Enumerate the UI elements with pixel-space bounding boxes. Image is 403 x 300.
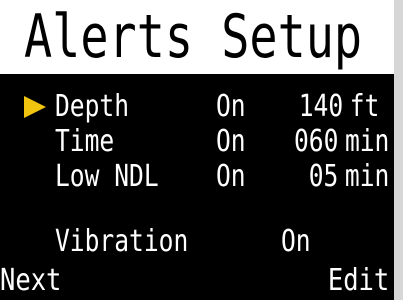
alert-value-unit: min xyxy=(344,124,389,159)
alert-value-number: 140 xyxy=(298,89,343,124)
alert-label: Depth xyxy=(55,89,130,124)
alert-label: Time xyxy=(55,124,115,159)
alert-value: 140 ft xyxy=(298,89,379,125)
vibration-label: Vibration xyxy=(55,224,189,259)
alert-row-low-ndl[interactable]: Low NDL On 05 min xyxy=(0,159,403,195)
alert-value-unit: ft xyxy=(349,89,379,124)
alert-state: On xyxy=(216,159,246,194)
title-bar: Alerts Setup xyxy=(0,0,394,74)
edit-softkey[interactable]: Edit xyxy=(328,262,389,300)
alert-value-number: 05 xyxy=(308,159,339,194)
page-title: Alerts Setup xyxy=(24,2,363,72)
alert-row-time[interactable]: Time On 060 min xyxy=(0,124,403,160)
next-softkey[interactable]: Next xyxy=(0,262,61,300)
alert-label: Low NDL xyxy=(55,159,159,194)
alert-value: 05 min xyxy=(308,159,389,195)
alert-value-number: 060 xyxy=(293,124,339,159)
selection-pointer-icon xyxy=(24,96,46,118)
alert-state: On xyxy=(216,89,246,124)
alert-value-unit: min xyxy=(344,159,389,194)
alert-row-depth[interactable]: Depth On 140 ft xyxy=(0,89,403,125)
vibration-row[interactable]: Vibration On xyxy=(0,224,403,260)
dive-computer-screen: Alerts Setup Depth On 140 ft Time On 060 m… xyxy=(0,0,403,300)
alert-state: On xyxy=(216,124,246,159)
alert-value: 060 min xyxy=(294,124,389,160)
vibration-state: On xyxy=(281,224,311,259)
